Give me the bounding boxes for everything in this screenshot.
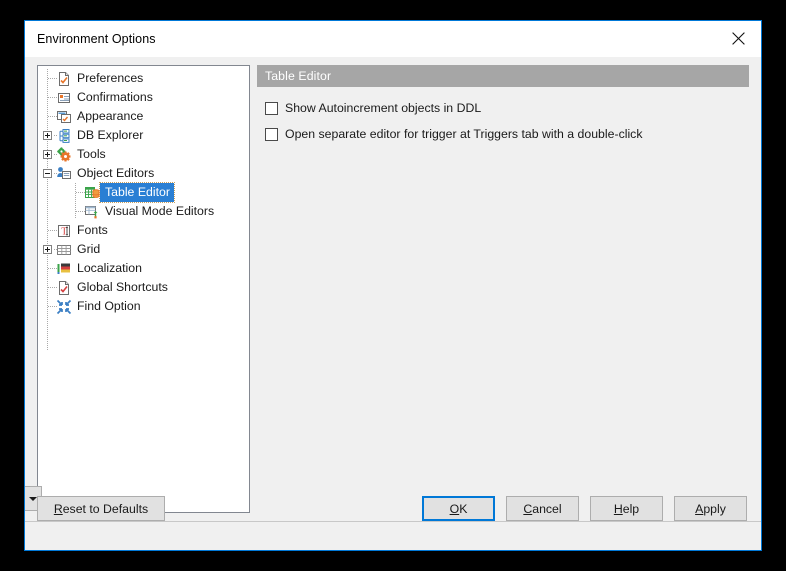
footer-bar: Reset to Defaults OK Cancel Help Apply [25,486,761,550]
tree-item-label: Find Option [77,299,141,313]
close-icon[interactable] [715,21,761,56]
option-row[interactable]: Open separate editor for trigger at Trig… [265,127,749,141]
expand-icon[interactable] [43,150,52,159]
cancel-button[interactable]: Cancel [506,496,579,521]
tree-item-object-editors[interactable]: Object Editors [38,164,249,183]
ok-label: OK [449,501,468,516]
tree-item-label: Visual Mode Editors [105,204,215,218]
options-tree[interactable]: Preferences Confirmations Appearance DB … [37,65,250,513]
tree-item-label: Preferences [77,71,144,85]
tree-item-find-option[interactable]: Find Option [38,297,249,316]
preferences-icon [56,71,72,87]
tree-item-label: DB Explorer [77,128,144,142]
environment-options-dialog: Environment Options Preferences Confirma… [24,20,762,551]
confirmations-icon [56,90,72,106]
tools-icon [56,146,72,163]
expand-icon[interactable] [43,245,52,254]
appearance-icon [56,109,72,125]
tree-item-label: Localization [77,261,142,275]
db-explorer-icon [56,128,72,144]
object-editors-icon [56,166,72,182]
window-title: Environment Options [37,32,156,46]
fonts-icon: T [56,223,72,239]
help-button[interactable]: Help [590,496,663,521]
checkbox-show-autoincrement[interactable] [265,101,278,115]
table-editor-panel: Table Editor Show Autoincrement objects … [257,65,749,513]
localization-icon [56,261,72,277]
reset-to-defaults-label: Reset to Defaults [53,501,149,516]
tree-item-db-explorer[interactable]: DB Explorer [38,126,249,145]
section-title: Table Editor [257,65,749,87]
cancel-label: Cancel [523,501,562,516]
tree-item-table-editor[interactable]: Table Editor [38,182,249,203]
tree-item-label: Tools [77,147,106,161]
tree-item-visual-mode-editors[interactable]: Visual Mode Editors [38,202,249,221]
tree-item-label: Fonts [77,223,108,237]
chevron-down-icon [29,496,37,501]
grid-icon [56,242,72,258]
ok-button[interactable]: OK [422,496,495,521]
dialog-body: Preferences Confirmations Appearance DB … [25,57,761,550]
tree-item-label: Global Shortcuts [77,280,168,294]
option-label: Open separate editor for trigger at Trig… [285,127,643,141]
help-label: Help [613,501,640,516]
checkbox-open-separate-editor[interactable] [265,127,278,141]
option-label: Show Autoincrement objects in DDL [285,101,482,115]
collapse-icon[interactable] [43,169,52,178]
tree-item-global-shortcuts[interactable]: Global Shortcuts [38,278,249,297]
table-editor-icon [84,185,100,201]
find-option-icon [56,299,72,315]
tree-item-grid[interactable]: Grid [38,240,249,259]
tree-item-label: Object Editors [77,166,155,180]
svg-text:T: T [61,226,67,237]
tree-item-appearance[interactable]: Appearance [38,107,249,126]
tree-item-label: Table Editor [99,182,175,203]
tree-item-tools[interactable]: Tools [38,145,249,164]
tree-item-label: Grid [77,242,101,256]
tree-item-localization[interactable]: Localization [38,259,249,278]
apply-label: Apply [695,501,726,516]
apply-button[interactable]: Apply [674,496,747,521]
global-shortcuts-icon [56,280,72,296]
tree-item-label: Confirmations [77,90,153,104]
title-bar: Environment Options [25,21,761,57]
expand-icon[interactable] [43,131,52,140]
option-row[interactable]: Show Autoincrement objects in DDL [265,101,749,115]
tree-item-label: Appearance [77,109,144,123]
tree-item-confirmations[interactable]: Confirmations [38,88,249,107]
visual-mode-editors-icon [84,204,100,220]
tree-item-fonts[interactable]: T Fonts [38,221,249,240]
reset-to-defaults-button[interactable]: Reset to Defaults [37,496,165,521]
tree-item-preferences[interactable]: Preferences [38,69,249,88]
